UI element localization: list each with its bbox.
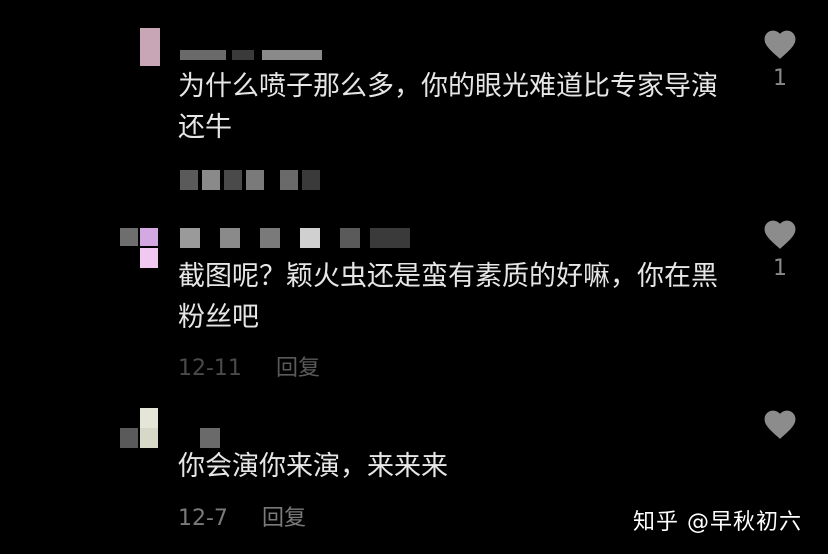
reply-button[interactable]: 回复 xyxy=(262,506,306,531)
watermark: 知乎 @早秋初六 xyxy=(633,510,802,535)
avatar-mosaic xyxy=(140,248,158,268)
comment-date: 12-7 xyxy=(178,506,228,531)
avatar-mosaic xyxy=(140,28,160,66)
avatar[interactable] xyxy=(140,28,162,66)
like-button[interactable] xyxy=(760,406,800,440)
like-button[interactable]: 1 xyxy=(760,26,800,91)
avatar[interactable] xyxy=(120,228,158,268)
like-count: 1 xyxy=(773,66,787,91)
comment-text: 你会演你来演，来来来 xyxy=(178,451,448,482)
username-mosaic[interactable] xyxy=(180,228,430,248)
avatar-mosaic xyxy=(140,228,158,246)
avatar-mosaic xyxy=(140,428,158,448)
comment-meta: 12-11 回复 xyxy=(178,350,320,382)
avatar-mosaic xyxy=(140,408,158,428)
avatar[interactable] xyxy=(120,408,158,448)
heart-icon xyxy=(764,410,796,439)
comment-text: 截图呢？颖火虫还是蛮有素质的好嘛，你在黑粉丝吧 xyxy=(178,261,718,333)
avatar-mosaic xyxy=(120,428,138,448)
username-mosaic[interactable] xyxy=(200,428,224,448)
heart-icon xyxy=(764,220,796,249)
reply-button[interactable]: 回复 xyxy=(276,356,320,381)
comment-meta: 12-7 回复 xyxy=(178,500,306,532)
username-mosaic[interactable] xyxy=(180,46,322,66)
comment-text: 为什么喷子那么多，你的眼光难道比专家导演还牛 xyxy=(178,71,718,143)
like-count: 1 xyxy=(773,256,787,281)
meta-mosaic xyxy=(180,170,340,190)
avatar-mosaic xyxy=(120,228,138,246)
heart-icon xyxy=(764,30,796,59)
comment-date: 12-11 xyxy=(178,356,242,381)
like-button[interactable]: 1 xyxy=(760,216,800,281)
